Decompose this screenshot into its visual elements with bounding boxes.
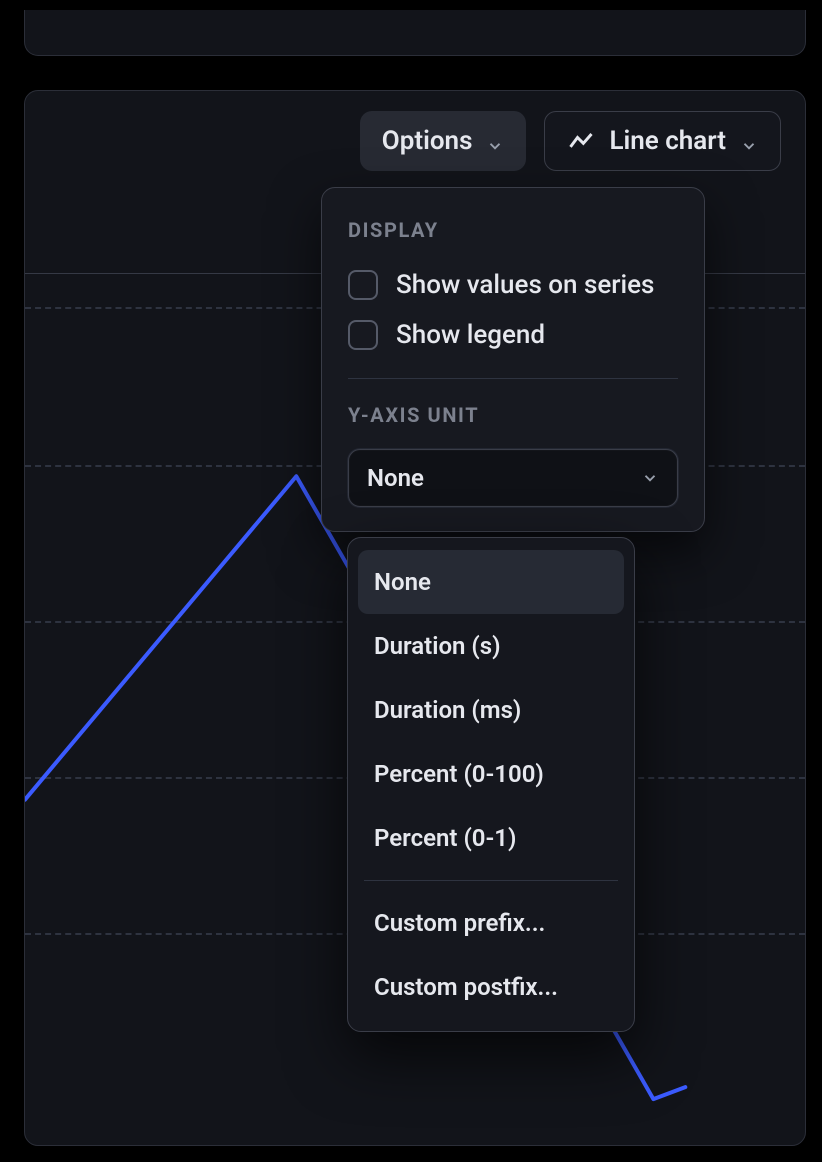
options-button-label: Options	[382, 126, 473, 156]
chart-type-button[interactable]: Line chart	[544, 111, 781, 171]
list-item[interactable]: Duration (s)	[358, 614, 624, 678]
divider	[364, 880, 618, 881]
chevron-down-icon	[740, 132, 758, 150]
options-button[interactable]: Options	[360, 111, 527, 171]
chart-toolbar: Options Line chart	[360, 111, 781, 171]
upper-panel-fragment	[24, 10, 806, 56]
yaxis-unit-selected-label: None	[367, 464, 424, 492]
checkbox-unchecked[interactable]	[348, 270, 378, 300]
list-item[interactable]: Custom prefix...	[358, 891, 624, 955]
chart-type-label: Line chart	[609, 126, 726, 156]
chevron-down-icon	[641, 469, 659, 487]
line-chart-icon	[567, 127, 595, 155]
show-values-label: Show values on series	[396, 270, 654, 300]
show-values-checkbox-row[interactable]: Show values on series	[322, 260, 704, 310]
list-item[interactable]: None	[358, 550, 624, 614]
show-legend-label: Show legend	[396, 320, 545, 350]
display-section-header: DISPLAY	[322, 212, 704, 260]
checkbox-unchecked[interactable]	[348, 320, 378, 350]
show-legend-checkbox-row[interactable]: Show legend	[322, 310, 704, 360]
yaxis-unit-listbox: None Duration (s) Duration (ms) Percent …	[347, 537, 635, 1032]
divider	[348, 378, 678, 379]
chart-panel: Options Line chart DISPLAY Show value	[24, 90, 806, 1146]
list-item[interactable]: Percent (0-1)	[358, 806, 624, 870]
list-item[interactable]: Custom postfix...	[358, 955, 624, 1019]
chevron-down-icon	[486, 132, 504, 150]
options-popover: DISPLAY Show values on series Show legen…	[321, 187, 705, 532]
list-item[interactable]: Percent (0-100)	[358, 742, 624, 806]
yaxis-unit-select[interactable]: None	[348, 449, 678, 507]
yaxis-section-header: Y-AXIS UNIT	[322, 397, 704, 445]
list-item[interactable]: Duration (ms)	[358, 678, 624, 742]
